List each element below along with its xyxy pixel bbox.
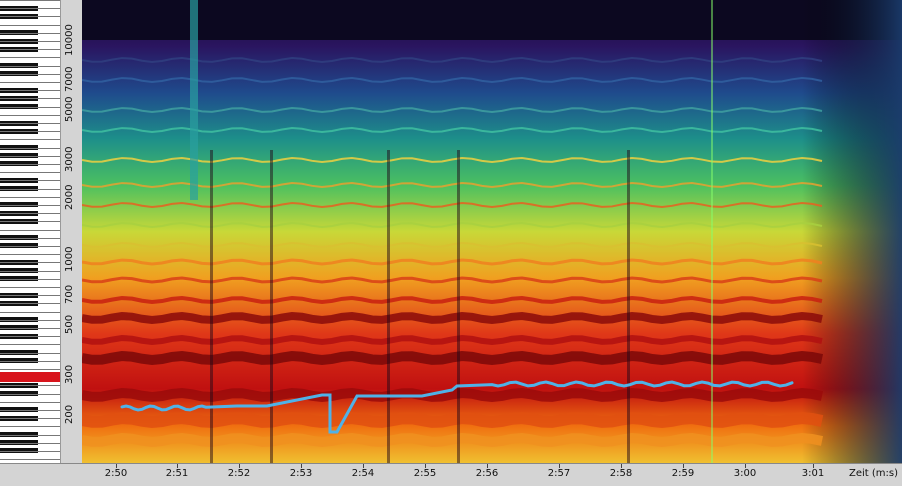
piano-white-key-edge <box>0 49 60 50</box>
piano-white-key-edge <box>0 180 60 181</box>
piano-white-key-edge <box>0 33 60 34</box>
freq-label: 7000 <box>64 66 75 92</box>
spectrogram-view[interactable] <box>82 0 902 463</box>
freq-label: 700 <box>64 284 75 304</box>
piano-white-key-edge <box>0 8 60 9</box>
harmonic-band <box>82 334 823 346</box>
time-label: 2:53 <box>289 468 313 479</box>
piano-white-key-edge <box>0 98 60 99</box>
piano-white-key-edge <box>0 353 60 354</box>
piano-white-key-edge <box>0 156 60 157</box>
time-label: 2:51 <box>165 468 189 479</box>
harmonic-band <box>82 411 824 429</box>
harmonic-band <box>82 311 823 325</box>
piano-white-key-edge <box>0 451 60 452</box>
time-axis: 2:50 2:51 2:52 2:53 2:54 2:55 2:56 2:57 … <box>82 463 902 486</box>
onset-line <box>627 150 630 463</box>
freq-label: 300 <box>64 364 75 384</box>
piano-white-key-edge <box>0 90 60 91</box>
piano-white-key-edge <box>0 246 60 247</box>
time-unit-label: Zeit (m:s) <box>848 468 898 479</box>
piano-white-key-edge <box>0 271 60 272</box>
piano-white-key-edge <box>0 295 60 296</box>
piano-white-key-edge <box>0 303 60 304</box>
freq-label: 10000 <box>64 24 75 56</box>
time-label: 2:54 <box>351 468 375 479</box>
piano-white-key-edge <box>0 361 60 362</box>
time-label: 2:52 <box>227 468 251 479</box>
time-label: 2:57 <box>547 468 571 479</box>
piano-white-key-edge <box>0 107 60 108</box>
piano-white-key-edge <box>0 459 60 460</box>
piano-white-key-edge <box>0 262 60 263</box>
freq-label: 5000 <box>64 96 75 122</box>
piano-white-key-edge <box>0 394 60 395</box>
piano-white-key-edge <box>0 410 60 411</box>
piano-white-key-edge <box>0 221 60 222</box>
spectrogram-top-fade <box>82 0 902 40</box>
piano-white-key-edge <box>0 123 60 124</box>
piano-white-key-edge <box>0 57 60 58</box>
piano-white-key-edge <box>0 279 60 280</box>
transient-spike <box>190 0 198 200</box>
piano-white-key-edge <box>0 230 60 231</box>
piano-white-key-edge <box>0 344 60 345</box>
time-label: 3:00 <box>733 468 757 479</box>
piano-white-key-edge <box>0 213 60 214</box>
piano-white-key-edge <box>0 0 60 1</box>
piano-white-key-edge <box>0 426 60 427</box>
harmonic-band <box>82 432 824 448</box>
onset-line <box>210 150 213 463</box>
time-label: 2:59 <box>671 468 695 479</box>
piano-white-key-edge <box>0 16 60 17</box>
piano-white-key-edge <box>0 139 60 140</box>
onset-line <box>387 150 390 463</box>
piano-white-key-edge <box>0 189 60 190</box>
piano-white-key-edge <box>0 254 60 255</box>
piano-white-key-edge <box>0 74 60 75</box>
piano-white-key-edge <box>0 287 60 288</box>
piano-white-key-edge <box>0 164 60 165</box>
axis-corner <box>0 463 82 486</box>
piano-white-key-edge <box>0 402 60 403</box>
freq-label: 500 <box>64 314 75 334</box>
harmonic-band <box>82 350 824 366</box>
piano-white-key-edge <box>0 131 60 132</box>
piano-white-key-edge <box>0 205 60 206</box>
piano-white-key-edge <box>0 66 60 67</box>
piano-white-key-edge <box>0 41 60 42</box>
piano-white-key-edge <box>0 238 60 239</box>
harmonic-band <box>82 387 824 403</box>
piano-white-key-edge <box>0 312 60 313</box>
onset-line <box>457 150 460 463</box>
piano-white-key-edge <box>0 328 60 329</box>
time-label: 2:58 <box>609 468 633 479</box>
piano-white-key-edge <box>0 115 60 116</box>
time-label: 2:56 <box>475 468 499 479</box>
onset-line <box>270 150 273 463</box>
piano-white-key-edge <box>0 320 60 321</box>
freq-label: 1000 <box>64 246 75 272</box>
piano-white-key-edge <box>0 172 60 173</box>
piano-keyboard[interactable] <box>0 0 60 463</box>
current-note-marker <box>0 372 60 382</box>
piano-white-key-edge <box>0 82 60 83</box>
time-label: 2:50 <box>104 468 128 479</box>
piano-white-key-edge <box>0 369 60 370</box>
piano-white-key-edge <box>0 435 60 436</box>
time-label: 3:01 <box>801 468 825 479</box>
frequency-axis: 10000 7000 5000 3000 2000 1000 700 500 3… <box>60 0 83 463</box>
time-label: 2:55 <box>413 468 437 479</box>
piano-white-key-edge <box>0 25 60 26</box>
freq-label: 2000 <box>64 184 75 210</box>
piano-white-key-edge <box>0 336 60 337</box>
piano-white-key-edge <box>0 197 60 198</box>
piano-white-key-edge <box>0 148 60 149</box>
piano-white-key-edge <box>0 385 60 386</box>
piano-white-key-edge <box>0 418 60 419</box>
freq-label: 3000 <box>64 146 75 172</box>
freq-label: 200 <box>64 404 75 424</box>
piano-white-key-edge <box>0 443 60 444</box>
